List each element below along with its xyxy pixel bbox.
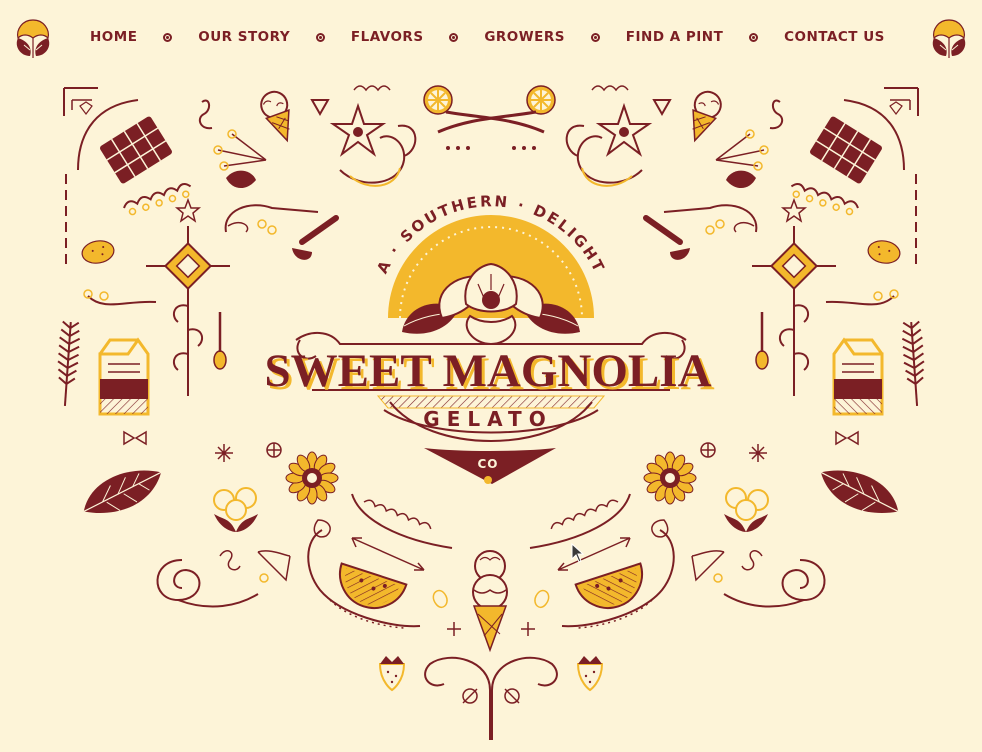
nav-find-a-pint[interactable]: FIND A PINT bbox=[626, 29, 724, 45]
nav-separator-icon bbox=[315, 32, 325, 42]
brand-suffix: CO bbox=[477, 457, 498, 471]
lemon-slice-icon bbox=[423, 85, 453, 115]
lemon-slice-icon bbox=[526, 85, 556, 115]
nav-menu: HOME OUR STORY FLAVORS GROWERS FIND A PI… bbox=[90, 26, 885, 48]
hero-illustration: A · SOUTHERN · DELIGHT SWEET MAGNOLIA SW… bbox=[0, 85, 982, 752]
nav-separator-icon bbox=[449, 32, 459, 42]
nav-our-story[interactable]: OUR STORY bbox=[198, 29, 290, 45]
right-ornaments bbox=[492, 88, 927, 740]
magnolia-logo-icon[interactable] bbox=[12, 14, 54, 60]
mouse-cursor-icon bbox=[571, 543, 585, 563]
brand-name: SWEET MAGNOLIA bbox=[264, 345, 711, 397]
brand-badge: A · SOUTHERN · DELIGHT SWEET MAGNOLIA SW… bbox=[264, 192, 715, 484]
nav-flavors[interactable]: FLAVORS bbox=[351, 29, 424, 45]
nav-contact-us[interactable]: CONTACT US bbox=[784, 29, 885, 45]
center-ice-cream-cone-icon bbox=[472, 550, 508, 653]
nav-growers[interactable]: GROWERS bbox=[484, 29, 565, 45]
top-navigation: HOME OUR STORY FLAVORS GROWERS FIND A PI… bbox=[0, 0, 982, 72]
nav-separator-icon bbox=[749, 32, 759, 42]
nav-home[interactable]: HOME bbox=[90, 29, 137, 45]
magnolia-logo-icon[interactable] bbox=[928, 14, 970, 60]
nav-separator-icon bbox=[590, 32, 600, 42]
nav-separator-icon bbox=[163, 32, 173, 42]
brand-product: GELATO bbox=[423, 407, 552, 431]
